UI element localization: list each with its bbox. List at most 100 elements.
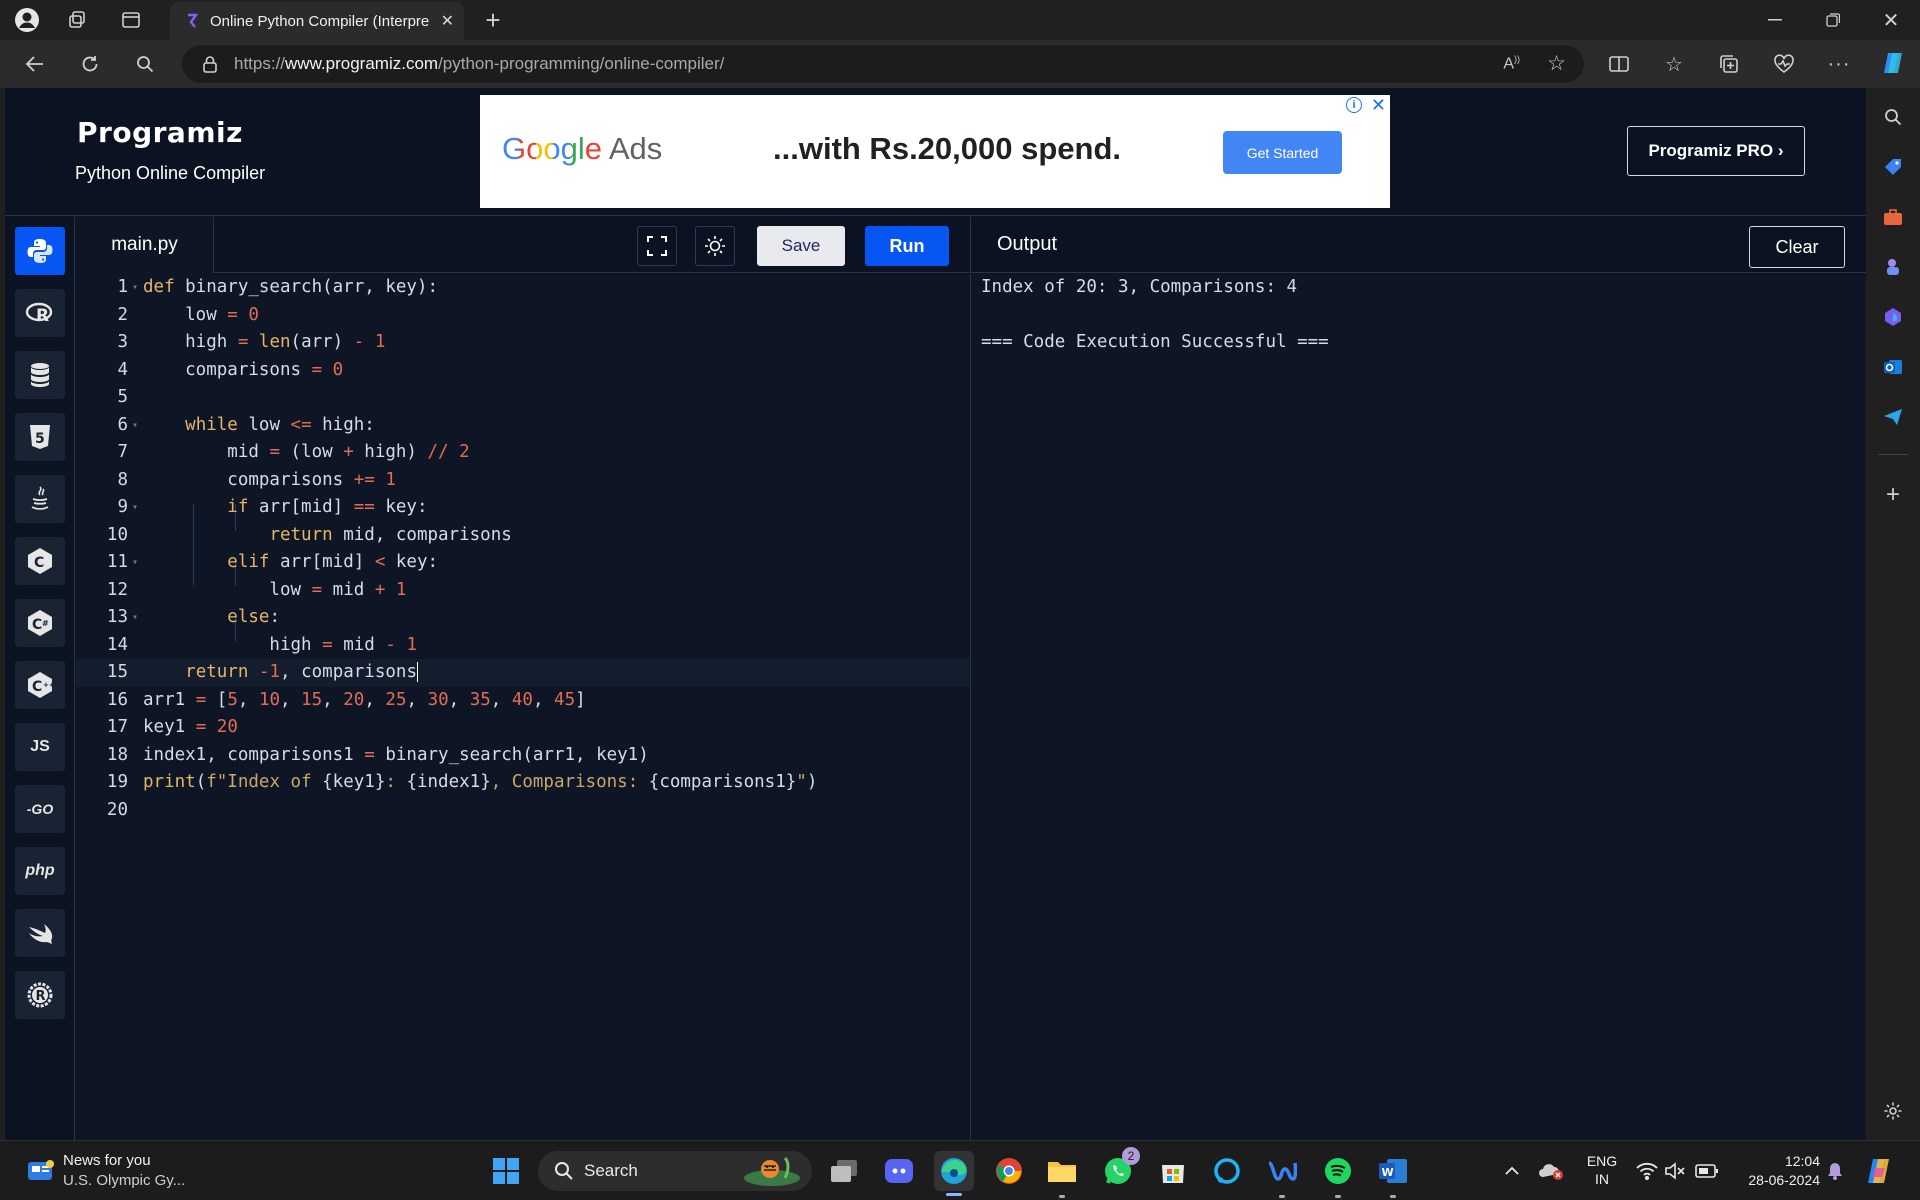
code-line: 13 ▾ else: [76,604,969,632]
code-line: 4 comparisons = 0 [117,359,344,380]
theme-toggle-button[interactable] [695,226,735,266]
input-language-indicator[interactable]: ENG IN [1582,1152,1622,1188]
copilot-icon[interactable] [1878,48,1908,78]
lang-go[interactable]: -GO [15,785,65,833]
clock[interactable]: 12:04 28-06-2024 [1730,1152,1820,1190]
whatsapp-icon[interactable]: 2 [1102,1147,1140,1187]
search-icon [555,1162,573,1180]
lang-c[interactable]: C [15,537,65,585]
favorites-icon[interactable]: ☆ [1659,49,1689,79]
r-icon: R [25,302,53,326]
svg-text:++: ++ [43,681,54,689]
lang-js[interactable]: JS [15,723,65,771]
programiz-pro-button[interactable]: Programiz PRO › [1627,126,1805,176]
spotify-icon[interactable] [1322,1155,1354,1198]
fold-arrow-icon: ▾ [132,612,139,623]
sidebar-add-icon[interactable]: + [1878,480,1908,510]
lang-r[interactable]: R [15,289,65,337]
shopping-tag-icon[interactable] [1878,152,1908,182]
windows-taskbar: News for you U.S. Olympic Gy... Search 2 [0,1140,1920,1200]
ad-get-started-button[interactable]: Get Started [1223,131,1342,174]
outlook-icon[interactable] [1878,352,1908,382]
new-tab-icon[interactable]: + [478,5,508,35]
google-ad-banner[interactable]: Google Ads ...with Rs.20,000 spend. Get … [480,95,1390,208]
browser-essentials-icon[interactable] [1769,49,1799,79]
more-options-icon[interactable]: ··· [1824,49,1854,79]
url-text: https://www.programiz.com/python-program… [234,54,725,73]
address-bar[interactable]: https://www.programiz.com/python-program… [182,45,1584,83]
wifi-icon[interactable] [1634,1155,1660,1187]
split-screen-icon[interactable] [1604,49,1634,79]
show-hidden-icons-chevron-icon[interactable] [1498,1155,1526,1187]
tab-close-icon[interactable]: ✕ [441,11,454,31]
lang-csharp[interactable]: C # [15,599,65,647]
lang-rust[interactable]: R [15,971,65,1019]
alexa-icon[interactable] [1211,1155,1243,1187]
profile-icon[interactable] [12,5,42,35]
microsoft-365-icon[interactable] [1878,302,1908,332]
go-icon: -GO [26,801,54,817]
svg-text:#: # [42,619,49,628]
code-line: 18 index1, comparisons1 = binary_search(a… [106,744,649,765]
code-line: 8 comparisons += 1 [117,469,396,490]
chrome-icon[interactable] [993,1155,1025,1187]
refresh-icon[interactable] [75,49,105,79]
lang-cpp[interactable]: C ++ [15,661,65,709]
svg-text:R: R [36,306,49,326]
task-view-icon[interactable] [828,1155,860,1187]
webex-icon[interactable] [1266,1155,1298,1198]
games-icon[interactable] [1878,252,1908,282]
notification-bell-icon[interactable] [1822,1155,1848,1187]
word-icon[interactable]: W [1377,1155,1409,1198]
tab-programiz[interactable]: Online Python Compiler (Interpre ✕ [170,2,464,40]
save-button[interactable]: Save [757,226,845,266]
fullscreen-button[interactable] [637,226,677,266]
edge-browser-icon[interactable] [934,1151,974,1196]
lang-swift[interactable] [15,909,65,957]
copilot-taskbar-icon[interactable] [1862,1155,1896,1187]
file-tab-main-py[interactable]: main.py [76,217,214,273]
back-icon[interactable] [20,49,50,79]
open-app-indicator [1059,1195,1065,1198]
cpp-icon: C ++ [28,672,54,698]
programiz-logo[interactable]: Programiz [77,116,243,149]
ad-info-icon[interactable]: i [1346,97,1362,113]
lang-python[interactable] [15,227,65,275]
window-close-icon[interactable]: ✕ [1876,5,1906,35]
ad-close-icon[interactable]: ✕ [1371,95,1386,116]
lang-sql[interactable] [15,351,65,399]
onedrive-error-icon[interactable] [1536,1155,1566,1187]
lang-html[interactable]: 5 [15,413,65,461]
workspaces-icon[interactable] [62,6,92,34]
active-app-indicator [946,1193,962,1196]
code-editor[interactable]: 1 ▾ def binary_search(arr, key): 2 low = 0… [76,274,969,1140]
news-headline: U.S. Olympic Gy... [63,1172,186,1189]
lang-php[interactable]: php [15,847,65,895]
lang-java[interactable] [15,475,65,523]
restore-icon[interactable] [1818,5,1848,35]
page-content: Programiz Python Online Compiler Google … [5,88,1866,1140]
code-line: 1 ▾ def binary_search(arr, key): [76,274,969,302]
sidebar-settings-icon[interactable] [1878,1096,1908,1126]
search-icon[interactable] [130,49,160,79]
news-weather-icon [28,1160,54,1180]
open-app-indicator [1279,1195,1285,1198]
microsoft-store-icon[interactable] [1157,1155,1189,1187]
run-button[interactable]: Run [865,226,949,266]
volume-muted-icon[interactable] [1662,1155,1688,1187]
collections-icon[interactable] [1714,49,1744,79]
clear-button[interactable]: Clear [1749,226,1845,268]
tab-actions-icon[interactable] [116,6,146,34]
read-aloud-icon[interactable]: A)) [1503,54,1520,73]
minimize-icon[interactable] [1760,5,1790,35]
file-explorer-icon[interactable] [1046,1155,1078,1198]
discord-icon[interactable] [883,1155,915,1187]
battery-icon[interactable] [1692,1155,1722,1187]
favorite-star-icon[interactable]: ☆ [1547,51,1566,76]
start-windows-icon[interactable] [490,1155,522,1187]
sidebar-search-icon[interactable] [1878,102,1908,132]
code-line: 20 [106,799,128,820]
tools-briefcase-icon[interactable] [1878,202,1908,232]
taskbar-search[interactable]: Search [538,1151,812,1191]
drop-send-icon[interactable] [1878,402,1908,432]
